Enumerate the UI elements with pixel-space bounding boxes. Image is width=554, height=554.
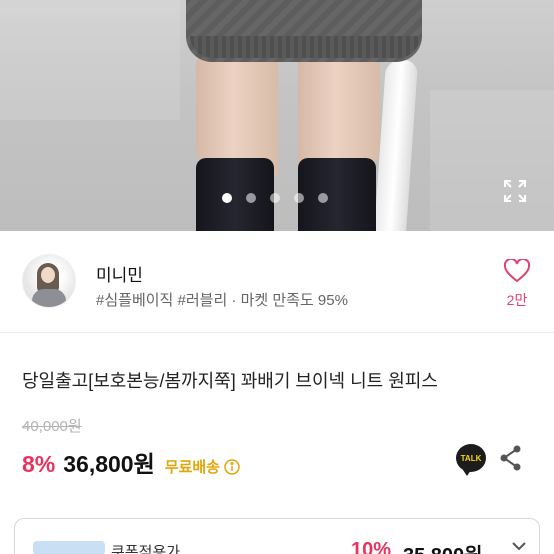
- talk-icon[interactable]: TALK: [456, 444, 486, 476]
- floor-tile: [430, 90, 554, 231]
- slide-indicator: [222, 193, 328, 203]
- slide-dot[interactable]: [294, 193, 304, 203]
- floor-tile: [0, 0, 180, 120]
- discount-rate: 8%: [22, 451, 56, 477]
- shipping-badge[interactable]: 무료배송: [165, 456, 240, 477]
- like-count: 2만: [506, 292, 528, 308]
- original-price: 40,000원: [22, 418, 82, 435]
- shipping-label: 무료배송: [164, 459, 220, 476]
- chevron-down-icon[interactable]: [511, 539, 527, 554]
- info-icon[interactable]: [224, 458, 240, 475]
- sale-price: 36,800원: [63, 451, 155, 477]
- product-image-gallery[interactable]: [0, 0, 554, 231]
- price-row: 8% 36,800원 무료배송: [22, 445, 240, 479]
- share-icon[interactable]: [499, 445, 523, 471]
- like-button[interactable]: 2만: [500, 257, 534, 310]
- slide-dot[interactable]: [270, 193, 280, 203]
- heart-icon: [503, 257, 531, 283]
- expand-icon[interactable]: [501, 177, 529, 205]
- avatar[interactable]: [22, 254, 76, 308]
- seller-tags: #심플베이직 #러블리 · 마켓 만족도 95%: [96, 292, 348, 309]
- seller-info[interactable]: 미니민 #심플베이직 #러블리 · 마켓 만족도 95% 2만: [0, 231, 554, 333]
- slide-dot[interactable]: [222, 193, 232, 203]
- coupon-discount: 10%: [351, 539, 392, 554]
- product-title: 당일출고[보호본능/봄까지쭉] 꽈배기 브이넥 니트 원피스: [22, 371, 438, 391]
- coupon-badge: [33, 541, 105, 554]
- product-photo-knit-hem: [190, 36, 420, 58]
- chair-leg: [373, 60, 419, 231]
- talk-label: TALK: [460, 453, 482, 463]
- seller-name[interactable]: 미니민: [96, 261, 143, 286]
- coupon-label: 쿠폰적용가: [111, 544, 181, 554]
- coupon-price-box[interactable]: 쿠폰적용가 10% 35,800원: [14, 518, 540, 554]
- avatar-body: [32, 289, 66, 307]
- section-divider: [0, 500, 554, 510]
- coupon-price: 35,800원: [403, 539, 483, 554]
- slide-dot[interactable]: [318, 193, 328, 203]
- slide-dot[interactable]: [246, 193, 256, 203]
- avatar-face: [41, 267, 55, 283]
